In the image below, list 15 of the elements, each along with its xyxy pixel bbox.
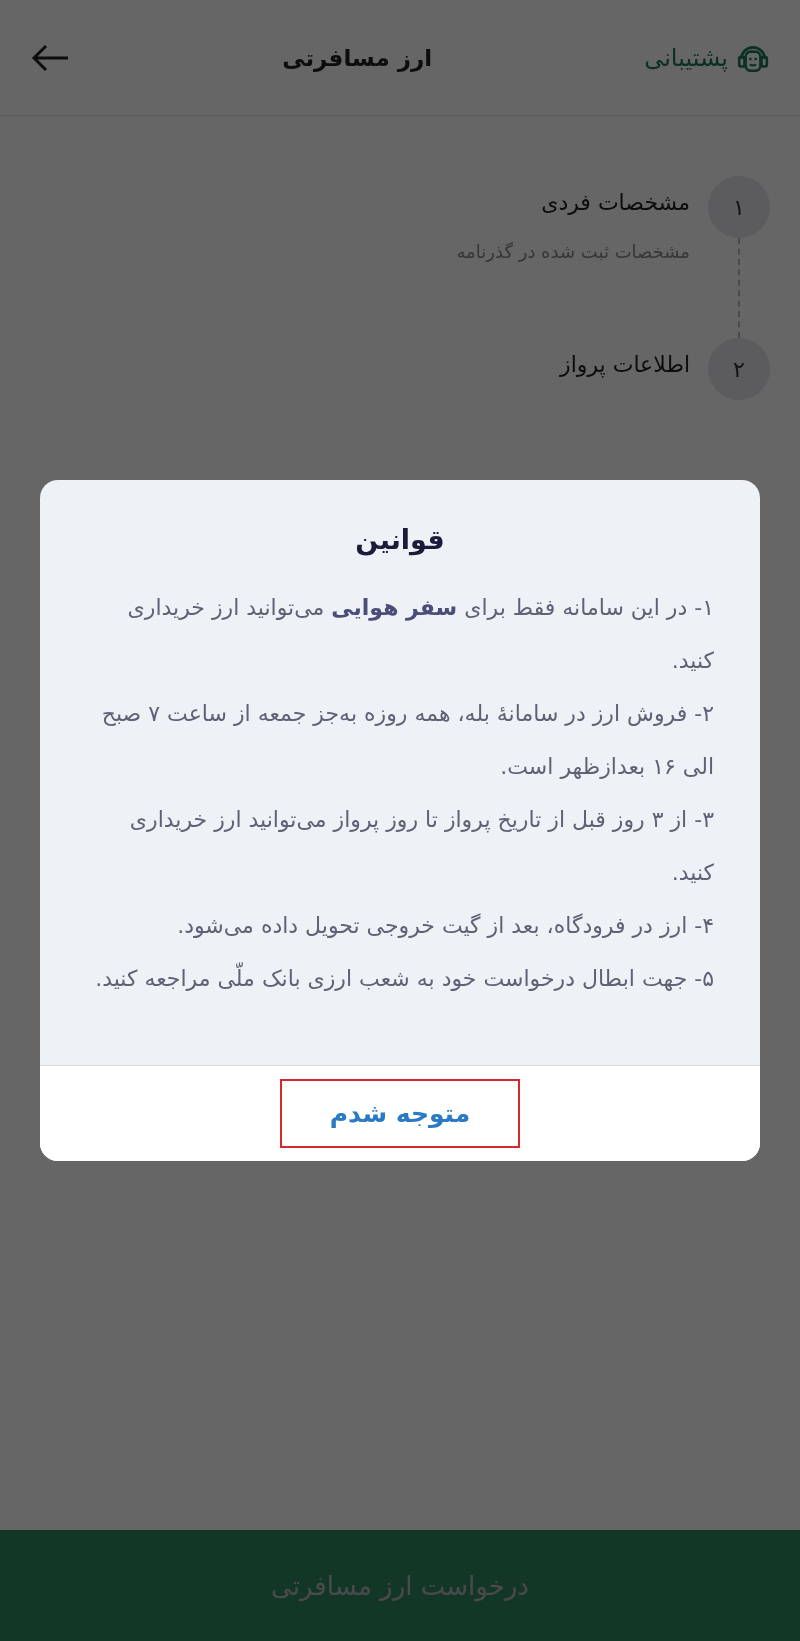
rule-text: ۱- در این سامانه فقط برای سفر هوایی می‌توانید ارز خریداری کنید.	[126, 594, 714, 675]
step-number: ۲	[708, 338, 770, 400]
confirm-button[interactable]: متوجه شدم	[279, 1079, 521, 1148]
rule-text: ۵- جهت ابطال درخواست خود به شعب ارزی بانک ملّی مراجعه کنید.	[86, 952, 714, 1005]
page-title: ارز مسافرتی	[282, 44, 433, 71]
rule-text: ۴- ارز در فرودگاه، بعد از گیت خروجی تحویل داده می‌شود.	[176, 912, 714, 940]
rule-text: ۲- فروش ارز در سامانهٔ بله، همه روزه به‌جز جمعه از ساعت ۷ صبح الی ۱۶ بعدازظهر است.	[100, 700, 714, 781]
back-button[interactable]	[30, 42, 70, 73]
step-number: ۱	[708, 176, 770, 238]
dialog-title: قوانین	[354, 524, 446, 555]
step-title: اطلاعات پرواز	[560, 352, 690, 377]
rule-text: ۳- از ۳ روز قبل از تاریخ پرواز تا روز پرواز می‌توانید ارز خریداری کنید.	[128, 806, 714, 887]
support-button[interactable]: پشتیبانی	[644, 40, 770, 75]
back-arrow-icon	[30, 42, 70, 73]
step-title: مشخصات فردی	[540, 190, 690, 215]
